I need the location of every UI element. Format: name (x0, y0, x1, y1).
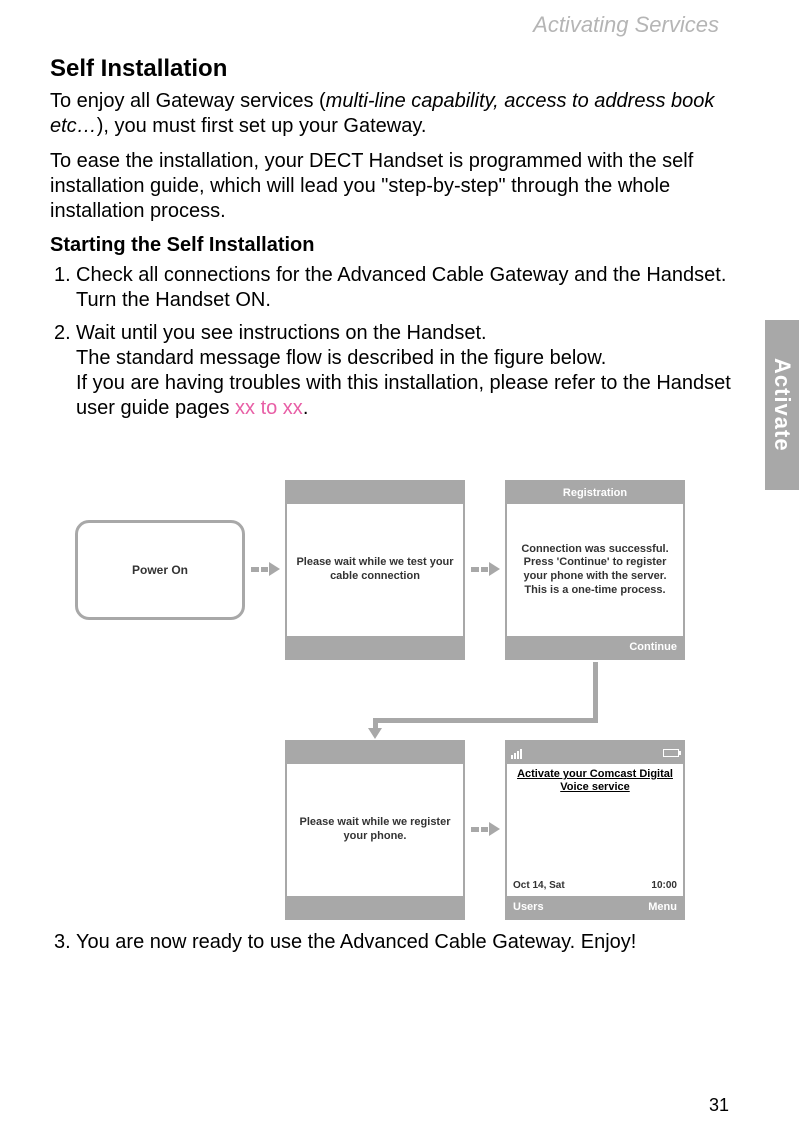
date-label: Oct 14, Sat (513, 880, 565, 893)
intro-paragraph-1: To enjoy all Gateway services (multi-lin… (50, 89, 750, 139)
step-number: 3. (54, 930, 71, 955)
text: To enjoy all Gateway services ( (50, 90, 326, 112)
continue-softkey: Continue (629, 641, 677, 653)
screen-body: Oct 14, Sat 10:00 (507, 764, 683, 896)
subheading: Starting the Self Installation (50, 234, 750, 257)
flow-diagram: Power On Please wait while we test your … (75, 490, 725, 920)
arrow-icon (470, 828, 500, 830)
side-tab-activate: Activate (765, 320, 799, 490)
users-softkey: Users (513, 901, 544, 913)
screen-bar-bottom (287, 636, 463, 658)
screen-title-bar: Registration (507, 482, 683, 504)
screen-registering: Please wait while we register your phone… (285, 740, 465, 920)
screen-testing: Please wait while we test your cable con… (285, 480, 465, 660)
step-text: If you are having troubles with this ins… (76, 372, 731, 419)
screen-bar-top (287, 742, 463, 764)
screen-softkeys: Users Menu (507, 896, 683, 918)
section-header: Activating Services (533, 12, 719, 38)
step-number: 2. (54, 321, 71, 346)
power-on-label: Power On (132, 563, 188, 577)
screen-bar-top (287, 482, 463, 504)
arrow-segment (373, 718, 598, 723)
arrow-segment (593, 662, 598, 720)
menu-softkey: Menu (648, 901, 677, 913)
date-time-row: Oct 14, Sat 10:00 (513, 880, 677, 893)
arrow-icon (250, 568, 280, 570)
screen-footer: Continue (507, 636, 683, 658)
screen-body: Please wait while we test your cable con… (287, 504, 463, 636)
arrow-icon (470, 568, 500, 570)
screen-bar-bottom (287, 896, 463, 918)
intro-paragraph-2: To ease the installation, your DECT Hand… (50, 149, 750, 224)
time-label: 10:00 (651, 880, 677, 893)
screen-registration: Registration Connection was successful. … (505, 480, 685, 660)
step-text: . (303, 397, 309, 419)
screen-body: Connection was successful. Press 'Contin… (507, 504, 683, 636)
signal-icon (511, 747, 523, 759)
screen-idle: Activate your Comcast Digital Voice serv… (505, 740, 685, 920)
step-3-container: 3. You are now ready to use the Advanced… (76, 930, 756, 955)
battery-icon (663, 749, 679, 757)
step-text: Check all connections for the Advanced C… (76, 264, 726, 311)
screen-body: Please wait while we register your phone… (287, 764, 463, 896)
text: ), you must first set up your Gateway. (97, 115, 427, 137)
steps-list: 1. Check all connections for the Advance… (50, 263, 750, 421)
step-1: 1. Check all connections for the Advance… (76, 263, 750, 313)
step-number: 1. (54, 263, 71, 288)
step-text: The standard message flow is described i… (76, 347, 606, 369)
page-number: 31 (709, 1095, 729, 1116)
screen-status-bar (507, 742, 683, 764)
placeholder-ref: xx to xx (235, 397, 303, 419)
power-on-box: Power On (75, 520, 245, 620)
step-text: You are now ready to use the Advanced Ca… (76, 931, 636, 953)
page-title: Self Installation (50, 55, 750, 83)
side-tab-label: Activate (769, 358, 795, 452)
page-content: Self Installation To enjoy all Gateway s… (50, 55, 750, 429)
arrow-head-icon (368, 728, 382, 739)
step-text: Wait until you see instructions on the H… (76, 322, 487, 344)
step-2: 2. Wait until you see instructions on th… (76, 321, 750, 421)
